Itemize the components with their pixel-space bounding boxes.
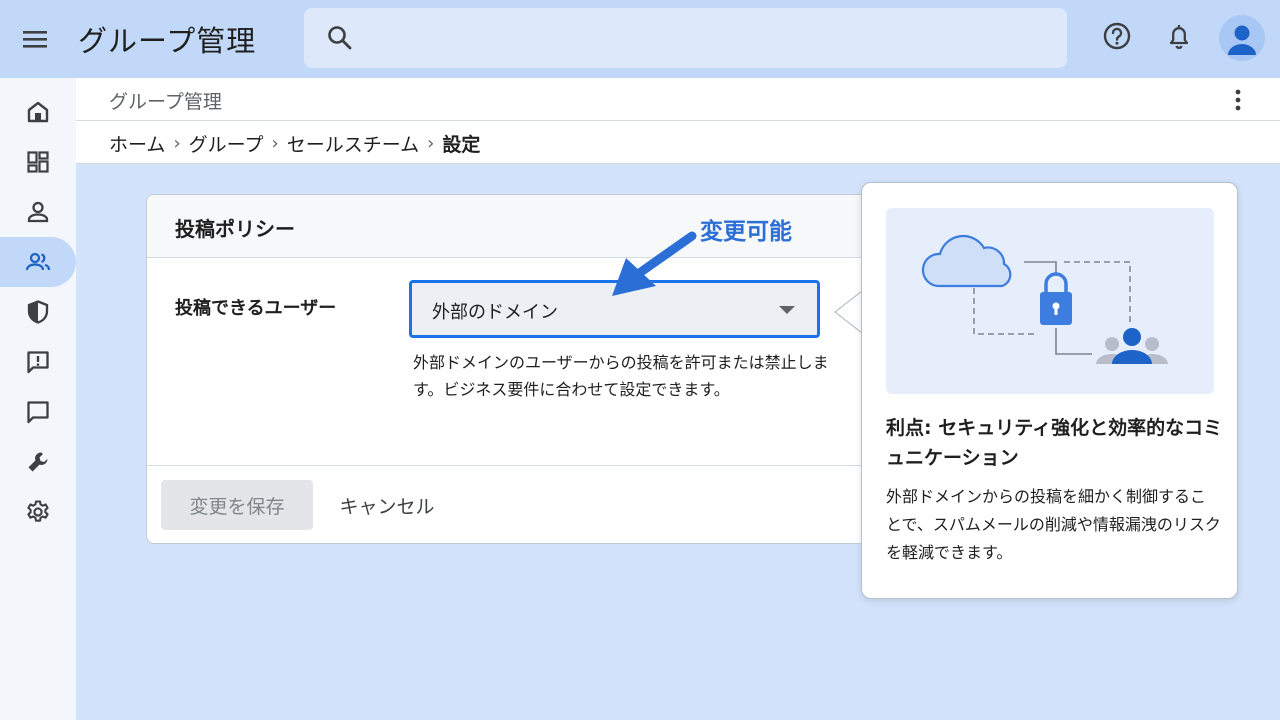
group-icon	[25, 252, 51, 271]
annotation-label: 変更可能	[700, 219, 792, 245]
breadcrumb-groups[interactable]: グループ	[189, 130, 264, 157]
breadcrumb: ホーム › グループ › セールスチーム › 設定	[109, 130, 480, 157]
menu-icon[interactable]	[20, 24, 50, 54]
notifications-icon[interactable]	[1163, 20, 1195, 52]
security-illustration	[886, 208, 1214, 394]
popover-pointer	[834, 290, 863, 334]
cancel-button[interactable]: キャンセル	[327, 480, 447, 530]
dashboard-icon	[27, 151, 49, 173]
rail-item-home[interactable]	[0, 87, 76, 137]
person-icon	[27, 201, 49, 223]
chevron-right-icon: ›	[173, 133, 181, 154]
help-icon[interactable]	[1101, 20, 1133, 52]
breadcrumb-settings: 設定	[442, 134, 481, 156]
popover-body: 外部ドメインからの投稿を細かく制御することで、スパムメールの削減や情報漏洩のリス…	[886, 487, 1221, 562]
chat-icon	[27, 401, 49, 424]
wrench-icon	[28, 452, 48, 472]
rail-item-reports[interactable]	[0, 337, 76, 387]
card-title: 投稿ポリシー	[175, 217, 295, 241]
posting-users-label: 投稿できるユーザー	[175, 298, 337, 319]
top-app-bar: グループ管理	[0, 0, 1280, 78]
breadcrumb-home[interactable]: ホーム	[109, 130, 165, 157]
posting-policy-card: 投稿ポリシー 投稿できるユーザー 外部のドメイン 外部ドメインのユーザーからの投…	[146, 194, 876, 544]
save-changes-button[interactable]: 変更を保存	[161, 480, 313, 530]
rail-item-groups[interactable]	[0, 237, 76, 287]
home-icon	[27, 101, 49, 123]
popover-title: 利点: セキュリティ強化と効率的なコミュニケーション	[886, 417, 1223, 469]
navigation-rail	[0, 78, 76, 720]
search-input[interactable]	[366, 20, 1046, 56]
helper-text: 外部ドメインのユーザーからの投稿を許可または禁止します。ビジネス要件に合わせて設…	[413, 353, 829, 399]
rail-item-security[interactable]	[0, 287, 76, 337]
search-bar[interactable]	[304, 8, 1067, 68]
more-options-icon[interactable]	[1226, 86, 1250, 114]
settings-icon	[27, 500, 49, 522]
select-value: 外部のドメイン	[432, 302, 558, 323]
page-subtitle: グループ管理	[109, 91, 222, 113]
annotation-arrow-icon	[612, 231, 697, 296]
rail-item-settings[interactable]	[0, 487, 76, 537]
page-header: グループ管理 ホーム › グループ › セールスチーム › 設定	[76, 78, 1280, 164]
chevron-right-icon: ›	[271, 133, 279, 154]
feedback-icon	[27, 351, 49, 374]
footer-divider	[147, 465, 875, 466]
search-icon[interactable]	[326, 24, 354, 52]
rail-item-tools[interactable]	[0, 437, 76, 487]
shield-icon	[27, 300, 49, 324]
rail-item-user[interactable]	[0, 187, 76, 237]
header-divider	[76, 120, 1280, 121]
rail-item-messages[interactable]	[0, 387, 76, 437]
benefit-popover: 利点: セキュリティ強化と効率的なコミュニケーション 外部ドメインからの投稿を細…	[861, 182, 1238, 599]
app-title: グループ管理	[78, 24, 257, 58]
rail-item-dashboard[interactable]	[0, 137, 76, 187]
dropdown-arrow-icon	[779, 306, 795, 314]
chevron-right-icon: ›	[427, 133, 435, 154]
avatar[interactable]	[1219, 15, 1265, 61]
breadcrumb-sales-team[interactable]: セールスチーム	[287, 130, 419, 157]
